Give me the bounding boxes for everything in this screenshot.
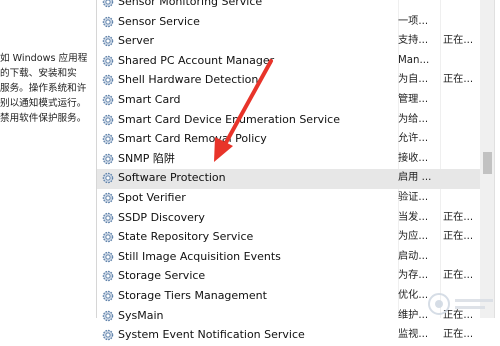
service-row[interactable]: System Event Notification Service 监视... 正在…	[97, 326, 480, 346]
red-arrow-annotation	[214, 59, 273, 162]
arrow-head	[214, 137, 233, 162]
baidu-jingyan-logo	[428, 293, 493, 315]
gear-icon	[102, 329, 114, 341]
service-description-cell: 监视...	[398, 329, 429, 341]
service-name: System Event Notification Service	[118, 328, 305, 342]
service-status-cell: 正在...	[443, 329, 474, 341]
arrow-shaft	[221, 59, 273, 150]
